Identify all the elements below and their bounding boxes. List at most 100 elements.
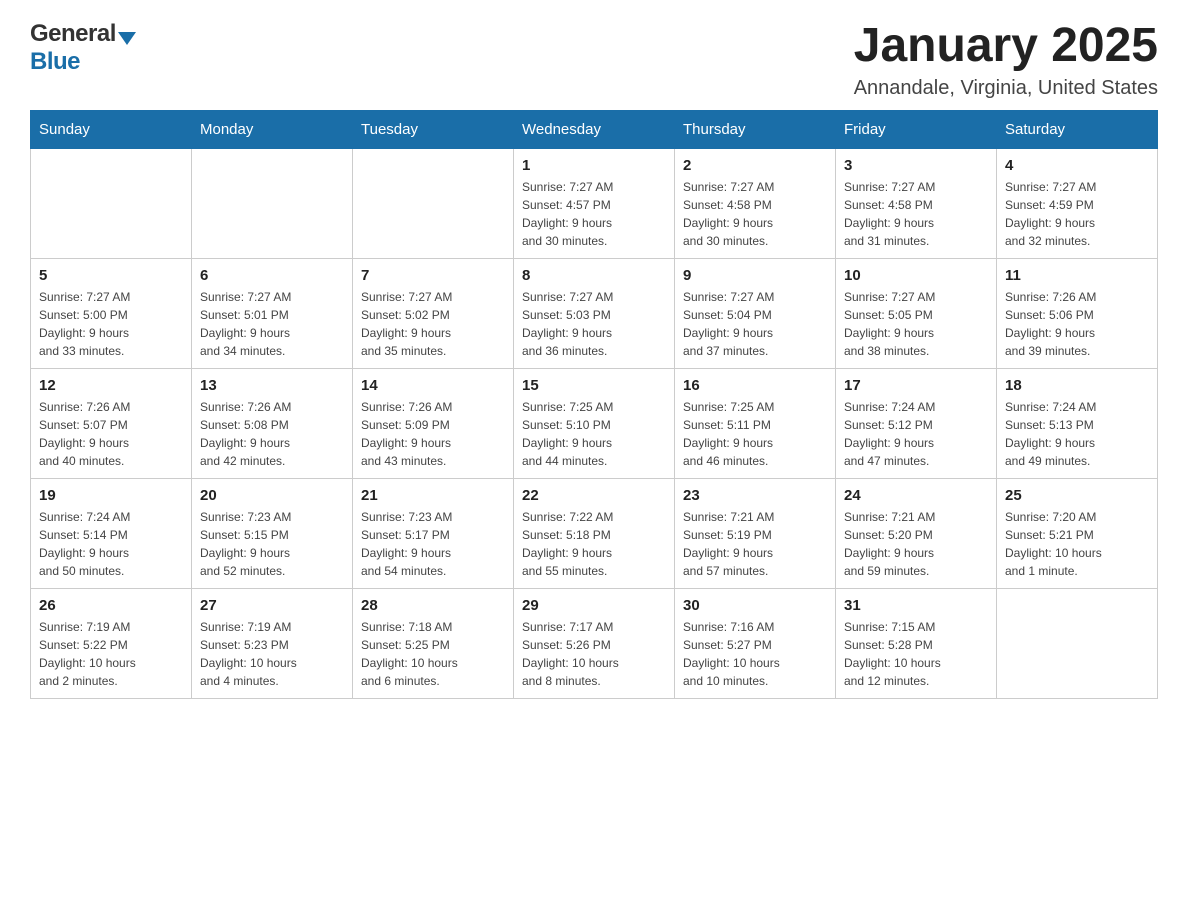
day-info: Sunrise: 7:25 AMSunset: 5:10 PMDaylight:… [522, 398, 666, 470]
calendar-day-cell: 2Sunrise: 7:27 AMSunset: 4:58 PMDaylight… [675, 148, 836, 258]
day-of-week-header: Tuesday [353, 110, 514, 148]
calendar-day-cell: 10Sunrise: 7:27 AMSunset: 5:05 PMDayligh… [836, 258, 997, 368]
day-number: 9 [683, 267, 827, 284]
calendar-day-cell: 21 Sunrise: 7:23 AMSunset: 5:17 PMDayligh… [353, 478, 514, 588]
day-info: Sunrise: 7:26 AMSunset: 5:07 PMDaylight:… [39, 398, 183, 470]
day-info: Sunrise: 7:26 AMSunset: 5:06 PMDaylight:… [1005, 288, 1149, 360]
day-number: 8 [522, 267, 666, 284]
day-number: 3 [844, 157, 988, 174]
calendar-day-cell [192, 148, 353, 258]
month-title: January 2025 [854, 20, 1158, 73]
logo-general-text: General [30, 20, 116, 48]
day-number: 29 [522, 597, 666, 614]
calendar-day-cell: 22Sunrise: 7:22 AMSunset: 5:18 PMDayligh… [514, 478, 675, 588]
calendar-day-cell: 31Sunrise: 7:15 AMSunset: 5:28 PMDayligh… [836, 588, 997, 698]
calendar-day-cell: 9 Sunrise: 7:27 AMSunset: 5:04 PMDaylight… [675, 258, 836, 368]
day-number: 11 [1005, 267, 1149, 284]
calendar-week-row: 5 Sunrise: 7:27 AMSunset: 5:00 PMDaylight… [31, 258, 1158, 368]
calendar-header: SundayMondayTuesdayWednesdayThursdayFrid… [31, 110, 1158, 148]
day-number: 7 [361, 267, 505, 284]
day-info: Sunrise: 7:19 AMSunset: 5:22 PMDaylight:… [39, 618, 183, 690]
day-info: Sunrise: 7:19 AMSunset: 5:23 PMDaylight:… [200, 618, 344, 690]
day-info: Sunrise: 7:18 AMSunset: 5:25 PMDaylight:… [361, 618, 505, 690]
calendar-day-cell [353, 148, 514, 258]
calendar-day-cell: 12 Sunrise: 7:26 AMSunset: 5:07 PMDayligh… [31, 368, 192, 478]
day-number: 19 [39, 487, 183, 504]
calendar-day-cell: 24 Sunrise: 7:21 AMSunset: 5:20 PMDayligh… [836, 478, 997, 588]
calendar-day-cell: 1 Sunrise: 7:27 AMSunset: 4:57 PMDaylight… [514, 148, 675, 258]
day-number: 24 [844, 487, 988, 504]
day-info: Sunrise: 7:27 AMSunset: 4:57 PMDaylight:… [522, 178, 666, 250]
day-number: 16 [683, 377, 827, 394]
calendar-day-cell: 17 Sunrise: 7:24 AMSunset: 5:12 PMDayligh… [836, 368, 997, 478]
page-header: General Blue January 2025 Annandale, Vir… [30, 20, 1158, 100]
day-info: Sunrise: 7:21 AMSunset: 5:20 PMDaylight:… [844, 508, 988, 580]
day-info: Sunrise: 7:16 AMSunset: 5:27 PMDaylight:… [683, 618, 827, 690]
day-info: Sunrise: 7:27 AMSunset: 4:58 PMDaylight:… [683, 178, 827, 250]
day-of-week-header: Saturday [997, 110, 1158, 148]
day-of-week-header: Wednesday [514, 110, 675, 148]
day-number: 6 [200, 267, 344, 284]
calendar-day-cell: 28 Sunrise: 7:18 AMSunset: 5:25 PMDayligh… [353, 588, 514, 698]
calendar-day-cell: 5 Sunrise: 7:27 AMSunset: 5:00 PMDaylight… [31, 258, 192, 368]
day-info: Sunrise: 7:25 AMSunset: 5:11 PMDaylight:… [683, 398, 827, 470]
day-of-week-header: Sunday [31, 110, 192, 148]
day-of-week-header: Monday [192, 110, 353, 148]
day-number: 17 [844, 377, 988, 394]
calendar-day-cell: 20Sunrise: 7:23 AMSunset: 5:15 PMDayligh… [192, 478, 353, 588]
calendar-day-cell: 27 Sunrise: 7:19 AMSunset: 5:23 PMDayligh… [192, 588, 353, 698]
day-info: Sunrise: 7:23 AMSunset: 5:17 PMDaylight:… [361, 508, 505, 580]
day-number: 20 [200, 487, 344, 504]
calendar-day-cell: 30 Sunrise: 7:16 AMSunset: 5:27 PMDayligh… [675, 588, 836, 698]
calendar-day-cell [997, 588, 1158, 698]
day-number: 28 [361, 597, 505, 614]
day-info: Sunrise: 7:22 AMSunset: 5:18 PMDaylight:… [522, 508, 666, 580]
calendar-day-cell: 7 Sunrise: 7:27 AMSunset: 5:02 PMDaylight… [353, 258, 514, 368]
day-info: Sunrise: 7:21 AMSunset: 5:19 PMDaylight:… [683, 508, 827, 580]
day-number: 18 [1005, 377, 1149, 394]
calendar-day-cell: 16 Sunrise: 7:25 AMSunset: 5:11 PMDayligh… [675, 368, 836, 478]
calendar-day-cell: 25Sunrise: 7:20 AMSunset: 5:21 PMDayligh… [997, 478, 1158, 588]
calendar-day-cell: 6 Sunrise: 7:27 AMSunset: 5:01 PMDaylight… [192, 258, 353, 368]
day-number: 12 [39, 377, 183, 394]
day-info: Sunrise: 7:27 AMSunset: 5:03 PMDaylight:… [522, 288, 666, 360]
calendar-week-row: 12 Sunrise: 7:26 AMSunset: 5:07 PMDayligh… [31, 368, 1158, 478]
day-info: Sunrise: 7:24 AMSunset: 5:12 PMDaylight:… [844, 398, 988, 470]
calendar-day-cell: 4 Sunrise: 7:27 AMSunset: 4:59 PMDaylight… [997, 148, 1158, 258]
calendar-day-cell: 8 Sunrise: 7:27 AMSunset: 5:03 PMDaylight… [514, 258, 675, 368]
calendar-day-cell: 13Sunrise: 7:26 AMSunset: 5:08 PMDayligh… [192, 368, 353, 478]
day-number: 30 [683, 597, 827, 614]
day-info: Sunrise: 7:27 AMSunset: 5:00 PMDaylight:… [39, 288, 183, 360]
calendar-day-cell: 23 Sunrise: 7:21 AMSunset: 5:19 PMDayligh… [675, 478, 836, 588]
day-info: Sunrise: 7:24 AMSunset: 5:14 PMDaylight:… [39, 508, 183, 580]
calendar-day-cell: 15 Sunrise: 7:25 AMSunset: 5:10 PMDayligh… [514, 368, 675, 478]
day-number: 15 [522, 377, 666, 394]
day-number: 14 [361, 377, 505, 394]
day-number: 21 [361, 487, 505, 504]
day-of-week-header: Friday [836, 110, 997, 148]
calendar-week-row: 1 Sunrise: 7:27 AMSunset: 4:57 PMDaylight… [31, 148, 1158, 258]
day-info: Sunrise: 7:17 AMSunset: 5:26 PMDaylight:… [522, 618, 666, 690]
calendar-day-cell: 14Sunrise: 7:26 AMSunset: 5:09 PMDayligh… [353, 368, 514, 478]
day-info: Sunrise: 7:27 AMSunset: 4:59 PMDaylight:… [1005, 178, 1149, 250]
day-info: Sunrise: 7:26 AMSunset: 5:08 PMDaylight:… [200, 398, 344, 470]
day-info: Sunrise: 7:27 AMSunset: 5:04 PMDaylight:… [683, 288, 827, 360]
calendar-day-cell [31, 148, 192, 258]
day-number: 1 [522, 157, 666, 174]
calendar-body: 1 Sunrise: 7:27 AMSunset: 4:57 PMDaylight… [31, 148, 1158, 698]
calendar-day-cell: 29 Sunrise: 7:17 AMSunset: 5:26 PMDayligh… [514, 588, 675, 698]
calendar-week-row: 26Sunrise: 7:19 AMSunset: 5:22 PMDayligh… [31, 588, 1158, 698]
day-number: 31 [844, 597, 988, 614]
day-info: Sunrise: 7:27 AMSunset: 5:01 PMDaylight:… [200, 288, 344, 360]
day-info: Sunrise: 7:27 AMSunset: 5:02 PMDaylight:… [361, 288, 505, 360]
calendar-day-cell: 26Sunrise: 7:19 AMSunset: 5:22 PMDayligh… [31, 588, 192, 698]
day-number: 25 [1005, 487, 1149, 504]
day-number: 27 [200, 597, 344, 614]
day-number: 4 [1005, 157, 1149, 174]
day-number: 5 [39, 267, 183, 284]
calendar-table: SundayMondayTuesdayWednesdayThursdayFrid… [30, 110, 1158, 699]
calendar-day-cell: 19 Sunrise: 7:24 AMSunset: 5:14 PMDayligh… [31, 478, 192, 588]
logo: General Blue [30, 20, 136, 76]
calendar-day-cell: 11 Sunrise: 7:26 AMSunset: 5:06 PMDayligh… [997, 258, 1158, 368]
day-number: 23 [683, 487, 827, 504]
